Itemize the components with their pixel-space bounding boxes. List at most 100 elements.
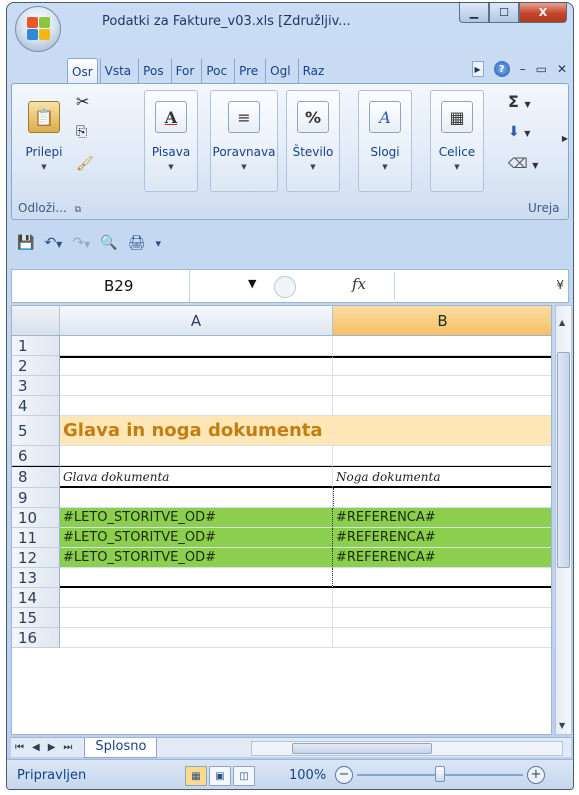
print-preview-icon[interactable]: 🔍	[100, 235, 117, 251]
row-header[interactable]: 8	[12, 466, 60, 488]
cell-a10[interactable]: #LETO_STORITVE_OD#	[60, 508, 333, 528]
row-header[interactable]: 6	[12, 446, 60, 466]
cell-b1[interactable]	[333, 336, 551, 356]
first-sheet-icon[interactable]: ⏮	[15, 742, 24, 753]
cells-button[interactable]: ▦ Celice ▼	[430, 90, 484, 192]
undo-icon[interactable]: ↶▼	[44, 235, 62, 251]
row-header[interactable]: 15	[12, 608, 60, 628]
tab-view[interactable]: Ogl	[265, 58, 295, 84]
ribbon-restore-icon[interactable]: ▭	[536, 62, 547, 76]
scroll-down-icon[interactable]: ▼	[559, 721, 565, 730]
page-layout-view-icon[interactable]: ▣	[209, 766, 231, 786]
insert-function-icon[interactable]: fx	[352, 275, 366, 293]
name-box[interactable]: B29	[12, 270, 190, 302]
cell-b14[interactable]	[333, 588, 551, 608]
cell-b10[interactable]: #REFERENCA#	[333, 508, 551, 528]
customize-qat-icon[interactable]: ▾	[155, 237, 161, 250]
formula-input[interactable]	[400, 270, 550, 302]
ribbon-close-icon[interactable]: ✕	[557, 62, 567, 76]
row-header[interactable]: 13	[12, 568, 60, 588]
select-all-corner[interactable]	[12, 306, 60, 336]
tab-insert[interactable]: Vsta	[99, 58, 137, 84]
cell-a12[interactable]: #LETO_STORITVE_OD#	[60, 548, 333, 568]
number-button[interactable]: % Število ▼	[286, 90, 340, 192]
format-painter-icon[interactable]: 🖌	[76, 156, 94, 172]
zoom-slider-thumb[interactable]	[435, 766, 445, 782]
cell-a3[interactable]	[60, 376, 333, 396]
row-header[interactable]: 10	[12, 508, 60, 528]
tab-review[interactable]: Pre	[234, 58, 263, 84]
cell-a2[interactable]	[60, 356, 333, 376]
cell-a1[interactable]	[60, 336, 333, 356]
cell-b16[interactable]	[333, 628, 551, 648]
tab-formulas[interactable]: For	[170, 58, 200, 84]
cell-a6[interactable]	[60, 446, 333, 466]
row-header[interactable]: 14	[12, 588, 60, 608]
vertical-scroll-thumb[interactable]	[557, 352, 570, 568]
paste-dropdown-icon[interactable]: ▼	[41, 163, 46, 171]
cell-b9[interactable]	[333, 488, 551, 508]
cell-b15[interactable]	[333, 608, 551, 628]
cell-a13[interactable]	[60, 568, 333, 588]
clipboard-group-label[interactable]: Odloži... ⧉	[18, 201, 81, 215]
cell-b6[interactable]	[333, 446, 551, 466]
column-header-a[interactable]: A	[60, 306, 333, 336]
row-header[interactable]: 1	[12, 336, 60, 356]
font-button[interactable]: A Pisava ▼	[144, 90, 198, 192]
row-header[interactable]: 3	[12, 376, 60, 396]
maximize-button[interactable]: ☐	[489, 3, 519, 23]
close-button[interactable]: X	[519, 3, 567, 23]
clear-icon[interactable]: ⌫ ▼	[508, 156, 538, 172]
cell-b11[interactable]: #REFERENCA#	[333, 528, 551, 548]
row-header[interactable]: 4	[12, 396, 60, 416]
row-header[interactable]: 5	[12, 416, 60, 446]
row-header[interactable]: 9	[12, 488, 60, 508]
cell-a11[interactable]: #LETO_STORITVE_OD#	[60, 528, 333, 548]
next-sheet-icon[interactable]: ▶	[48, 742, 56, 753]
vertical-scrollbar[interactable]: ▲ ▼	[555, 305, 572, 735]
cut-icon[interactable]: ✂	[76, 92, 89, 111]
ribbon-minimize-icon[interactable]: –	[520, 62, 526, 76]
alignment-button[interactable]: ≡ Poravnava ▼	[210, 90, 278, 192]
scroll-up-icon[interactable]: ▲	[559, 318, 565, 327]
cell-a8-header[interactable]: Glava dokumenta	[60, 466, 333, 488]
tab-scroll-right-icon[interactable]: ▶	[471, 61, 484, 77]
zoom-in-icon[interactable]: +	[527, 766, 545, 784]
styles-button[interactable]: A Slogi ▼	[358, 90, 412, 192]
horizontal-scroll-thumb[interactable]	[292, 743, 432, 754]
cell-b12[interactable]: #REFERENCA#	[333, 548, 551, 568]
copy-icon[interactable]: ⎘	[76, 124, 87, 140]
cell-b4[interactable]	[333, 396, 551, 416]
cell-a16[interactable]	[60, 628, 333, 648]
expand-formula-bar-icon[interactable]: ¥	[556, 278, 564, 292]
cell-b8-footer[interactable]: Noga dokumenta	[333, 466, 551, 488]
zoom-level[interactable]: 100%	[289, 768, 326, 783]
cell-b2[interactable]	[333, 356, 551, 376]
name-box-dropdown-icon[interactable]: ▼	[248, 277, 256, 290]
print-icon[interactable]: 🖨	[128, 235, 146, 251]
cell-a15[interactable]	[60, 608, 333, 628]
ribbon-expand-icon[interactable]: ▶	[562, 134, 568, 143]
cell-a5-section-title[interactable]: Glava in noga dokumenta	[60, 416, 551, 446]
normal-view-icon[interactable]: ▦	[185, 766, 207, 786]
dialog-launcher-icon[interactable]: ⧉	[75, 205, 81, 215]
tab-developer[interactable]: Raz	[297, 58, 330, 84]
office-button[interactable]	[15, 6, 61, 52]
row-header[interactable]: 12	[12, 548, 60, 568]
minimize-button[interactable]: ▁	[459, 3, 489, 23]
cell-a4[interactable]	[60, 396, 333, 416]
row-header[interactable]: 11	[12, 528, 60, 548]
tab-data[interactable]: Poc	[201, 58, 232, 84]
cell-b3[interactable]	[333, 376, 551, 396]
cell-b13[interactable]	[333, 568, 551, 588]
horizontal-scrollbar[interactable]	[251, 741, 563, 756]
prev-sheet-icon[interactable]: ◀	[32, 742, 40, 753]
fill-icon[interactable]: ⬇ ▼	[508, 124, 530, 140]
cell-a9[interactable]	[60, 488, 333, 508]
cell-a14[interactable]	[60, 588, 333, 608]
sheet-tab-splosno[interactable]: Splosno	[84, 737, 158, 758]
page-break-view-icon[interactable]: ◫	[233, 766, 255, 786]
zoom-out-icon[interactable]: −	[335, 766, 353, 784]
help-icon[interactable]: ?	[493, 61, 510, 77]
row-header[interactable]: 16	[12, 628, 60, 648]
